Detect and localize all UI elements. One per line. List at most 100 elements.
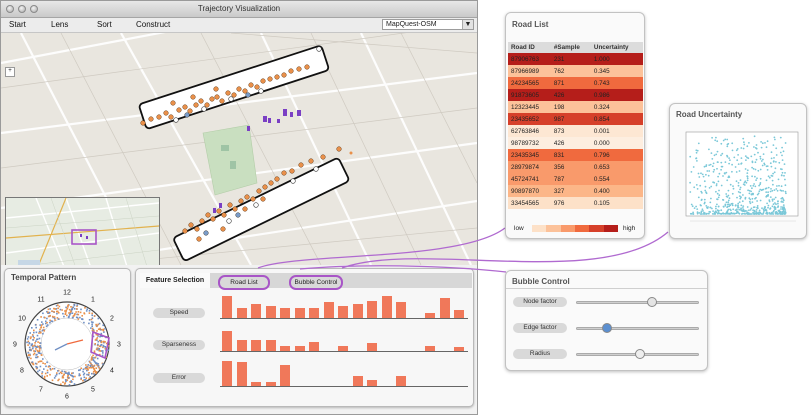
table-row[interactable]: 12323445 198 0.324	[508, 101, 643, 113]
scatter-point	[755, 144, 758, 146]
uncertainty-cell: 0.743	[593, 79, 610, 87]
scatter-point	[758, 213, 761, 215]
scatter-point	[764, 142, 766, 144]
scatter-point	[729, 159, 731, 161]
scatter-point	[708, 164, 711, 166]
scatter-point	[716, 150, 719, 153]
scatter-point	[742, 137, 745, 140]
scatter-point	[782, 204, 785, 206]
road-id-cell: 98789732	[511, 139, 540, 147]
col-sample[interactable]: #Sample	[550, 42, 591, 53]
scatter-point	[744, 213, 746, 215]
scatter-point	[698, 212, 701, 214]
scatter-point	[775, 161, 777, 163]
scatter-point	[725, 193, 728, 195]
table-row[interactable]: 23435345 831 0.796	[508, 149, 643, 161]
scatter-point	[720, 213, 723, 215]
scatter-point	[769, 190, 772, 193]
scatter-point	[725, 201, 728, 204]
scatter-point	[728, 197, 731, 200]
table-row[interactable]: 98789732 426 0.000	[508, 137, 643, 149]
node-factor-knob[interactable]	[647, 297, 658, 307]
scatter-point	[764, 209, 766, 212]
scatter-point	[773, 157, 775, 159]
scatter-point	[702, 210, 704, 212]
scatter-point	[751, 201, 754, 203]
uncertainty-cell: 0.796	[593, 151, 610, 159]
scatter-point	[732, 187, 735, 190]
scatter-point	[760, 160, 763, 162]
scatter-point	[693, 207, 696, 209]
scatter-point	[710, 185, 713, 188]
scatter-point	[740, 213, 743, 215]
scatter-point	[770, 212, 773, 214]
scatter-point	[766, 140, 769, 143]
sample-cell: 198	[553, 103, 565, 111]
scatter-point	[740, 157, 743, 159]
scatter-point	[697, 172, 700, 175]
scatter-point	[726, 143, 729, 146]
table-row[interactable]: 24234565 871 0.743	[508, 77, 643, 89]
scatter-point	[722, 206, 725, 208]
scatter-point	[731, 142, 734, 145]
road-id-cell: 23435652	[511, 115, 540, 123]
scatter-point	[752, 184, 755, 187]
scatter-point	[697, 196, 700, 199]
table-row[interactable]: 62763846 873 0.001	[508, 125, 643, 137]
scatter-point	[739, 188, 741, 191]
table-row[interactable]: 33454565 976 0.105	[508, 197, 643, 209]
scatter-point	[753, 153, 756, 156]
table-row[interactable]: 23435652 987 0.854	[508, 113, 643, 125]
table-row[interactable]: 90897870 327 0.400	[508, 185, 643, 197]
table-row[interactable]: 28979874 356 0.653	[508, 161, 643, 173]
col-road-id[interactable]: Road ID	[508, 42, 551, 53]
sample-cell: 873	[553, 127, 565, 135]
scatter-point	[743, 143, 746, 146]
scatter-point	[746, 177, 749, 180]
scatter-point	[752, 213, 755, 215]
edge-factor-slider[interactable]	[576, 327, 699, 330]
scatter-point	[720, 154, 722, 157]
table-row[interactable]: 87966989 762 0.345	[508, 65, 643, 77]
table-row[interactable]: 45724741 787 0.554	[508, 173, 643, 185]
scatter-point	[709, 211, 712, 213]
uncertainty-cell: 0.105	[593, 199, 610, 207]
scatter-point	[765, 195, 768, 198]
col-uncertainty[interactable]: Uncertainty	[590, 42, 643, 53]
scatter-point	[766, 202, 768, 205]
scatter-point	[731, 163, 733, 166]
scatter-point	[704, 185, 707, 188]
sample-cell: 762	[553, 67, 565, 75]
scatter-point	[782, 190, 784, 192]
scatter-point	[765, 179, 768, 182]
scatter-point	[742, 194, 744, 196]
table-row[interactable]: 91873605 426 0.986	[508, 89, 643, 101]
scatter-point	[761, 142, 764, 145]
scatter-point	[722, 212, 724, 215]
table-row[interactable]: 87906763 231 1.000	[508, 53, 643, 65]
scatter-point	[709, 201, 712, 204]
scatter-point	[701, 173, 704, 176]
scatter-point	[747, 189, 749, 192]
scatter-point	[747, 157, 750, 160]
scatter-point	[770, 165, 773, 168]
scatter-point	[767, 191, 769, 194]
uncertainty-scatter-plot[interactable]	[676, 128, 802, 232]
legend-swatch	[560, 225, 575, 232]
scatter-point	[718, 194, 721, 197]
scatter-point	[754, 147, 757, 149]
scatter-point	[722, 175, 724, 177]
node-factor-slider[interactable]	[576, 301, 699, 304]
scatter-point	[772, 183, 774, 186]
legend-swatches	[532, 225, 618, 232]
scatter-point	[775, 188, 778, 190]
radius-knob[interactable]	[634, 349, 645, 359]
edge-factor-knob[interactable]	[601, 323, 612, 333]
uncertainty-cell: 0.000	[593, 139, 610, 147]
scatter-point	[744, 168, 747, 170]
scatter-point	[710, 152, 713, 154]
scatter-point	[703, 202, 706, 205]
scatter-point	[763, 162, 766, 165]
scatter-point	[745, 159, 747, 161]
scatter-point	[751, 197, 754, 200]
